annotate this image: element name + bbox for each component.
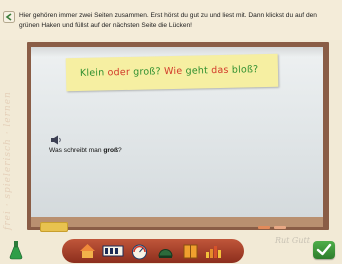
home-icon[interactable]	[78, 242, 97, 260]
note-word-6: das	[211, 64, 229, 77]
bars-chart-icon[interactable]	[204, 242, 226, 260]
checkmark-button[interactable]	[313, 241, 335, 259]
sponge	[40, 222, 68, 232]
note-word-7: bloß?	[231, 64, 259, 76]
flask-icon[interactable]	[9, 240, 23, 260]
note-word-5: geht	[185, 65, 209, 77]
speaker-icon[interactable]	[50, 135, 62, 145]
question-suffix: ?	[118, 147, 122, 154]
note-word-3: groß?	[133, 66, 161, 78]
question-prefix: Was schreibt man	[49, 147, 104, 154]
checkmark-icon	[316, 243, 332, 256]
margin-decoration: frei · spielerisch · lernen	[3, 91, 13, 230]
book-icon[interactable]	[181, 242, 200, 260]
sticky-note: Klein oder groß? Wie geht das bloß?	[65, 53, 279, 92]
film-icon[interactable]	[102, 242, 124, 260]
note-title: Klein oder groß? Wie geht das bloß?	[80, 64, 259, 79]
note-word-2: oder	[107, 66, 131, 79]
signature: Rut Gutt	[275, 236, 310, 245]
note-word-4: Wie	[163, 65, 183, 78]
dome-icon[interactable]	[156, 242, 175, 260]
speedometer-icon[interactable]	[130, 242, 149, 260]
note-word-1: Klein	[79, 67, 105, 79]
back-arrow-icon[interactable]	[3, 11, 15, 23]
instruction-text: Hier gehören immer zwei Seiten zusammen.…	[19, 12, 317, 29]
question-bold-word: groß	[103, 147, 119, 154]
question-text: Was schreibt man groß?	[49, 147, 122, 154]
chalk-piece	[258, 226, 270, 229]
chalk-piece	[274, 226, 286, 229]
